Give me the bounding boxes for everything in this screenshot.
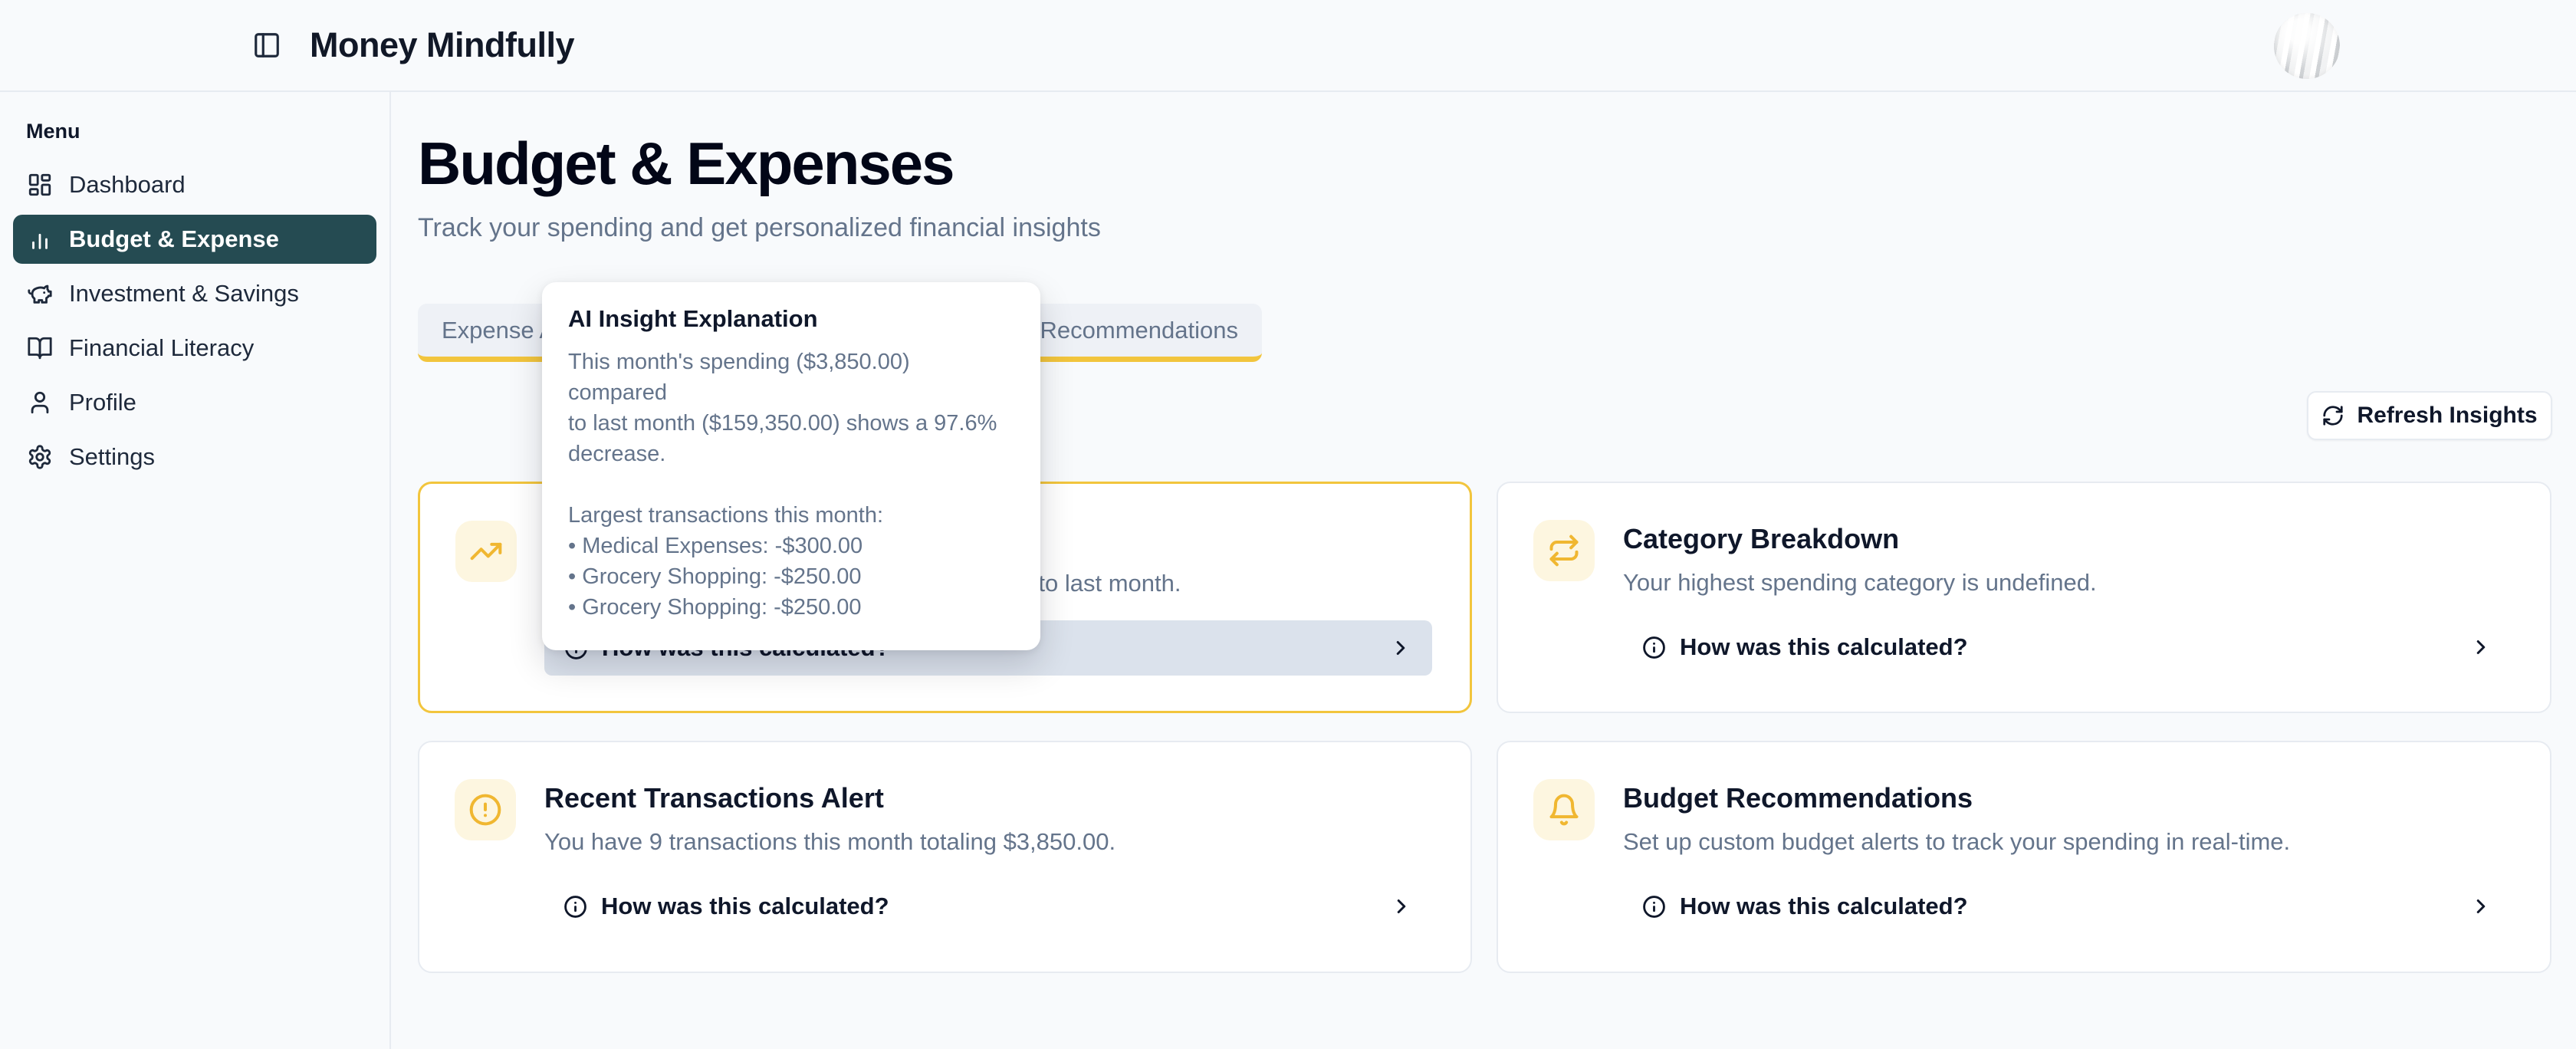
- dashboard-icon: [26, 171, 54, 199]
- how-calculated-button[interactable]: How was this calculated?: [1622, 620, 2512, 675]
- piggy-bank-icon: [26, 280, 54, 307]
- alert-circle-icon: [455, 779, 516, 840]
- sidebar-item-profile[interactable]: Profile: [13, 378, 376, 427]
- popover-title: AI Insight Explanation: [568, 305, 1014, 333]
- sidebar-item-label: Dashboard: [69, 171, 186, 199]
- app-header: Money Mindfully: [0, 0, 2576, 92]
- popover-paragraph: Largest transactions this month: • Medic…: [568, 500, 1014, 623]
- info-icon: [1642, 636, 1666, 659]
- how-calculated-label: How was this calculated?: [1680, 893, 1968, 920]
- sidebar-item-label: Profile: [69, 389, 136, 416]
- how-calculated-label: How was this calculated?: [601, 893, 889, 920]
- sidebar-item-settings[interactable]: Settings: [13, 432, 376, 482]
- card-title: Recent Transactions Alert: [544, 782, 884, 814]
- how-calculated-button[interactable]: How was this calculated?: [1622, 879, 2512, 934]
- sidebar-item-dashboard[interactable]: Dashboard: [13, 160, 376, 209]
- sidebar-item-investment-savings[interactable]: Investment & Savings: [13, 269, 376, 318]
- info-icon: [1642, 895, 1666, 919]
- card-subtitle: Set up custom budget alerts to track you…: [1623, 828, 2290, 856]
- gear-icon: [26, 443, 54, 471]
- refresh-insights-label: Refresh Insights: [2357, 403, 2537, 429]
- card-category-breakdown: Category Breakdown Your highest spending…: [1497, 482, 2551, 713]
- avatar[interactable]: [2274, 13, 2340, 79]
- refresh-insights-button[interactable]: Refresh Insights: [2307, 391, 2552, 440]
- chevron-right-icon: [1390, 895, 1413, 918]
- sidebar-item-label: Financial Literacy: [69, 334, 254, 362]
- popover-paragraph: This month's spending ($3,850.00) compar…: [568, 347, 1014, 469]
- ai-insight-popover: AI Insight Explanation This month's spen…: [542, 282, 1040, 650]
- sidebar-item-budget-expense[interactable]: Budget & Expense: [13, 215, 376, 264]
- chevron-right-icon: [2469, 895, 2492, 918]
- how-calculated-button[interactable]: How was this calculated?: [544, 879, 1433, 934]
- chevron-right-icon: [2469, 636, 2492, 659]
- bell-icon: [1533, 779, 1595, 840]
- repeat-icon: [1533, 520, 1595, 581]
- user-icon: [26, 389, 54, 416]
- page-subtitle: Track your spending and get personalized…: [418, 213, 1101, 243]
- book-open-icon: [26, 334, 54, 362]
- card-title: Category Breakdown: [1623, 523, 1899, 555]
- chevron-right-icon: [1389, 636, 1412, 659]
- sidebar: Menu Dashboard Budget & Expense Investme…: [0, 92, 391, 1049]
- sidebar-item-label: Settings: [69, 443, 155, 471]
- sidebar-toggle-button[interactable]: [250, 28, 284, 62]
- refresh-icon: [2321, 404, 2344, 427]
- sidebar-item-financial-literacy[interactable]: Financial Literacy: [13, 324, 376, 373]
- card-title: Budget Recommendations: [1623, 782, 1973, 814]
- sidebar-item-label: Investment & Savings: [69, 280, 299, 307]
- panel-left-icon: [252, 31, 281, 60]
- card-budget-recommendations: Budget Recommendations Set up custom bud…: [1497, 741, 2551, 973]
- info-icon: [564, 895, 587, 919]
- bar-chart-icon: [26, 225, 54, 253]
- how-calculated-label: How was this calculated?: [1680, 633, 1968, 661]
- app-title: Money Mindfully: [310, 25, 574, 65]
- sidebar-nav: Dashboard Budget & Expense Investment & …: [0, 160, 389, 482]
- menu-label: Menu: [26, 120, 389, 143]
- sidebar-item-label: Budget & Expense: [69, 225, 279, 253]
- card-subtitle: Your highest spending category is undefi…: [1623, 569, 2097, 597]
- card-subtitle: You have 9 transactions this month total…: [544, 828, 1116, 856]
- trending-up-icon: [455, 521, 517, 582]
- page-title: Budget & Expenses: [418, 129, 954, 199]
- card-recent-transactions-alert: Recent Transactions Alert You have 9 tra…: [418, 741, 1472, 973]
